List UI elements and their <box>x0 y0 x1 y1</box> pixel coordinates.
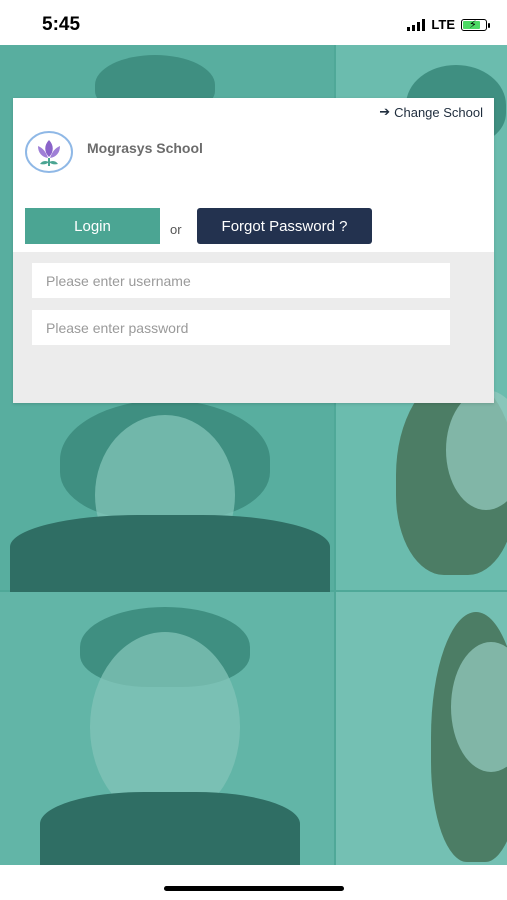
status-bar: 5:45 LTE ⚡ <box>0 0 507 45</box>
login-form <box>13 252 494 403</box>
signal-icon <box>407 18 426 31</box>
or-separator: or <box>170 222 182 237</box>
password-input[interactable] <box>32 310 450 345</box>
battery-icon: ⚡ <box>461 18 490 31</box>
login-card: ➔ Change School Mograsys School Login or… <box>13 98 494 403</box>
home-indicator[interactable] <box>164 886 344 891</box>
background-photo <box>0 592 334 865</box>
status-indicators: LTE ⚡ <box>407 17 490 32</box>
school-logo <box>25 131 73 173</box>
background-photo <box>336 592 507 865</box>
change-school-link[interactable]: ➔ Change School <box>379 104 483 120</box>
arrow-right-icon: ➔ <box>379 104 391 119</box>
network-label: LTE <box>431 17 455 32</box>
status-time: 5:45 <box>42 14 81 35</box>
forgot-password-button[interactable]: Forgot Password ? <box>197 208 372 244</box>
username-input[interactable] <box>32 263 450 298</box>
change-school-label: Change School <box>394 104 483 120</box>
school-name: Mograsys School <box>87 140 203 156</box>
login-button[interactable]: Login <box>25 208 160 244</box>
bottom-bar <box>0 865 507 900</box>
